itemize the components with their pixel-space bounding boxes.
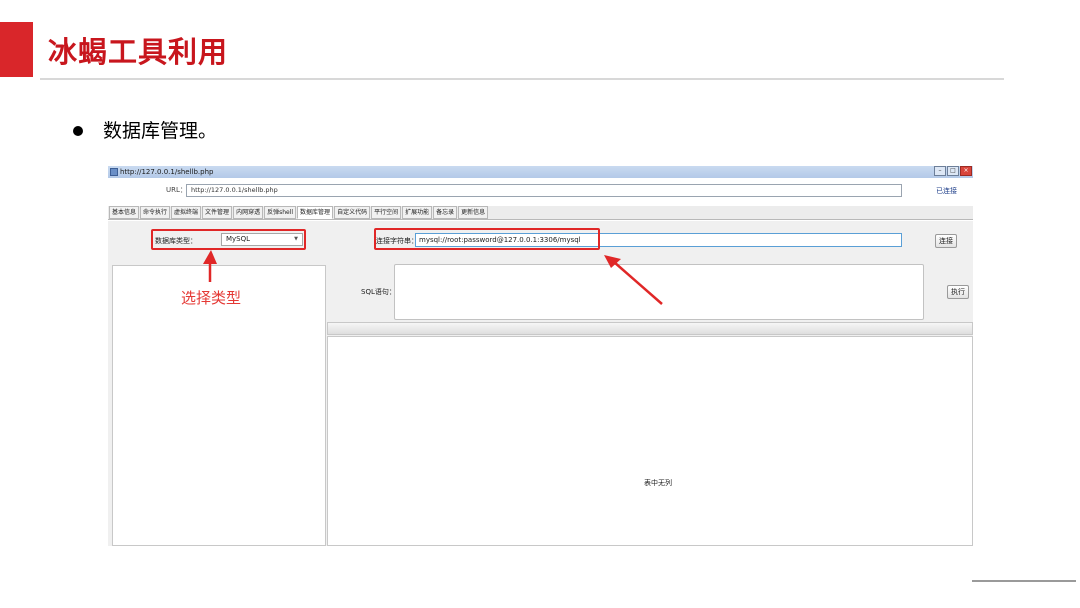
slide-title: 冰蝎工具利用 xyxy=(48,35,229,69)
window-controls: – □ × xyxy=(934,166,972,176)
highlight-connection-string xyxy=(374,228,600,250)
url-row: URL： http://127.0.0.1/shellb.php 已连接 xyxy=(108,182,973,200)
select-type-annotation: 选择类型 xyxy=(181,289,242,307)
url-label: URL： xyxy=(166,186,187,194)
bullet-text: 数据库管理。 xyxy=(103,120,218,142)
sql-label: SQL语句： xyxy=(361,288,396,296)
execute-button[interactable]: 执行 xyxy=(947,285,969,299)
tab-file-manager[interactable]: 文件管理 xyxy=(202,206,233,219)
tab-parallel-space[interactable]: 平行空间 xyxy=(371,206,402,219)
connection-status: 已连接 xyxy=(936,187,957,195)
result-table[interactable] xyxy=(327,336,973,546)
tab-extensions[interactable]: 扩展功能 xyxy=(402,206,433,219)
tab-command-exec[interactable]: 命令执行 xyxy=(140,206,171,219)
sql-input[interactable] xyxy=(394,264,924,320)
close-icon[interactable]: × xyxy=(960,166,972,176)
footer-line xyxy=(972,580,1076,582)
tab-database-manager[interactable]: 数据库管理 xyxy=(297,206,334,219)
empty-result-text: 表中无列 xyxy=(644,479,672,487)
minimize-icon[interactable]: – xyxy=(934,166,946,176)
result-table-header xyxy=(327,322,973,335)
title-accent-bar xyxy=(0,22,33,77)
tab-intranet-tunnel[interactable]: 内网穿透 xyxy=(233,206,264,219)
connect-button[interactable]: 连接 xyxy=(935,234,957,248)
window-title: http://127.0.0.1/shellb.php xyxy=(120,168,214,176)
tab-basic-info[interactable]: 基本信息 xyxy=(109,206,140,219)
app-icon xyxy=(110,168,118,176)
tab-update-info[interactable]: 更新信息 xyxy=(458,206,489,219)
url-input[interactable]: http://127.0.0.1/shellb.php xyxy=(186,184,902,197)
app-window: http://127.0.0.1/shellb.php – □ × URL： h… xyxy=(108,166,973,546)
database-panel: 数据库类型： MySQL ▼ 连接字符串： mysql://root:passw… xyxy=(108,221,973,546)
tab-reverse-shell[interactable]: 反弹shell xyxy=(264,206,297,219)
bullet-dot xyxy=(73,126,83,136)
tab-custom-code[interactable]: 自定义代码 xyxy=(334,206,371,219)
maximize-icon[interactable]: □ xyxy=(947,166,959,176)
tab-memo[interactable]: 备忘录 xyxy=(433,206,458,219)
window-titlebar: http://127.0.0.1/shellb.php – □ × xyxy=(108,166,973,178)
function-tabs: 基本信息 命令执行 虚拟终端 文件管理 内网穿透 反弹shell 数据库管理 自… xyxy=(108,206,973,220)
tab-virtual-terminal[interactable]: 虚拟终端 xyxy=(171,206,202,219)
title-divider xyxy=(40,78,1004,80)
highlight-db-type xyxy=(151,229,306,250)
